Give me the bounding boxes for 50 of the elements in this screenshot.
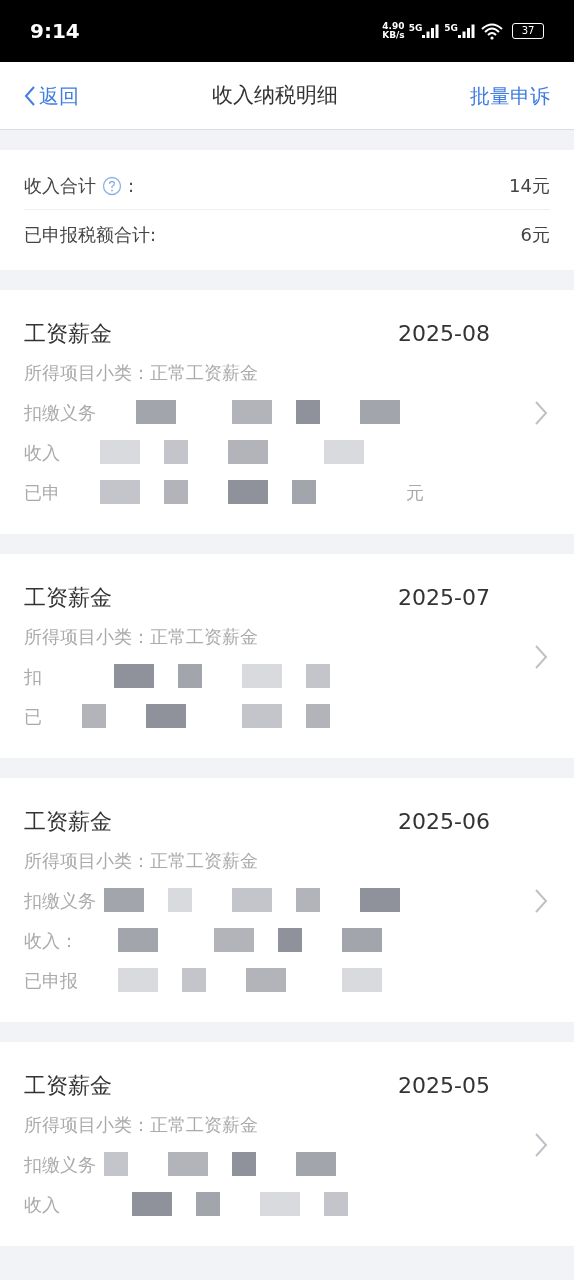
record-field-label: 扣 [24, 664, 42, 689]
back-button[interactable]: 返回 [24, 80, 79, 111]
record-field-label: 扣缴义务 [24, 400, 96, 425]
batch-appeal-link[interactable]: 批量申诉 [470, 80, 550, 111]
chevron-right-icon [534, 888, 548, 914]
battery-indicator: 37 [512, 23, 544, 39]
summary-label: 已申报税额合计: [24, 222, 157, 247]
chevron-right-icon [534, 400, 548, 426]
signal-icon [458, 24, 476, 38]
page-title: 收入纳税明细 [211, 81, 338, 109]
help-icon[interactable] [102, 175, 122, 196]
summary-value: 14元 [509, 174, 550, 198]
income-period: 2025-06 [398, 807, 490, 836]
summary-value: 6元 [520, 222, 550, 247]
income-record-card[interactable]: 工资薪金 2025-08 所得项目小类：正常工资薪金 扣缴义务 收入 已申 元 [0, 290, 574, 534]
chevron-right-icon [534, 1132, 548, 1158]
network-type: 5G [408, 24, 423, 33]
income-period: 2025-07 [398, 583, 490, 612]
income-period: 2025-05 [398, 1071, 490, 1100]
summary-colon: : [128, 174, 135, 198]
record-field-label: 收入 [24, 440, 60, 465]
wifi-icon [480, 22, 504, 40]
summary-label: 收入合计 [24, 174, 96, 198]
status-time: 9:14 [30, 18, 80, 45]
record-field-label: 已申 [24, 480, 60, 505]
network-speed: 4.90 [382, 22, 405, 31]
income-category: 工资薪金 [24, 319, 112, 348]
record-field-label: 扣缴义务 [24, 1152, 96, 1177]
record-field-label: 收入 [24, 1192, 60, 1217]
currency-unit: 元 [406, 480, 424, 505]
income-category: 工资薪金 [24, 583, 112, 612]
income-subtype: 所得项目小类：正常工资薪金 [24, 624, 258, 649]
income-subtype: 所得项目小类：正常工资薪金 [24, 848, 258, 873]
income-record-card[interactable]: 工资薪金 2025-05 所得项目小类：正常工资薪金 扣缴义务 收入 [0, 1042, 574, 1246]
record-field-label: 已申报 [24, 968, 78, 993]
record-field-label: 已 [24, 704, 42, 729]
income-record-card[interactable]: 工资薪金 2025-07 所得项目小类：正常工资薪金 扣 已 [0, 554, 574, 758]
record-field-label: 收入： [24, 928, 78, 953]
income-subtype: 所得项目小类：正常工资薪金 [24, 1112, 258, 1137]
chevron-right-icon [534, 644, 548, 670]
record-field-label: 扣缴义务 [24, 888, 96, 913]
income-category: 工资薪金 [24, 1071, 112, 1100]
income-record-card[interactable]: 工资薪金 2025-06 所得项目小类：正常工资薪金 扣缴义务 收入： 已申报 [0, 778, 574, 1022]
income-subtype: 所得项目小类：正常工资薪金 [24, 360, 258, 385]
back-icon [24, 84, 36, 107]
income-category: 工资薪金 [24, 807, 112, 836]
income-period: 2025-08 [398, 319, 490, 348]
signal-icon [422, 24, 441, 38]
speed-unit: KB/s [382, 31, 405, 40]
network-type: 5G [444, 24, 458, 33]
